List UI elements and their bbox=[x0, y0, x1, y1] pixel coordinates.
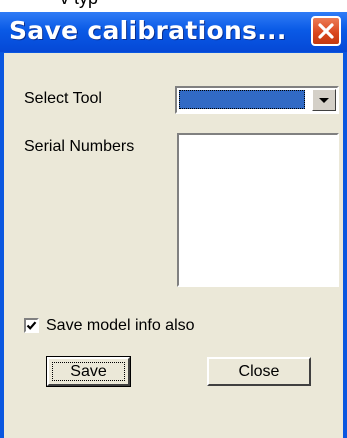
background-text-fragment: v typ bbox=[0, 0, 347, 12]
dialog-body: Select Tool Serial Numbers Save model in… bbox=[4, 53, 343, 438]
select-tool-dropdown[interactable] bbox=[175, 86, 339, 114]
background-text: v typ bbox=[60, 0, 98, 9]
save-model-info-checkbox[interactable] bbox=[24, 318, 39, 333]
close-window-button[interactable] bbox=[311, 16, 341, 46]
save-calibrations-dialog: Save calibrations... Select Tool Serial … bbox=[0, 12, 347, 438]
dialog-title: Save calibrations... bbox=[9, 16, 287, 45]
title-bar[interactable]: Save calibrations... bbox=[0, 12, 347, 52]
chevron-down-icon[interactable] bbox=[312, 89, 336, 111]
serial-numbers-listbox[interactable] bbox=[177, 133, 339, 287]
checkmark-icon bbox=[26, 321, 37, 330]
focus-rect bbox=[52, 362, 125, 381]
save-model-info-label[interactable]: Save model info also bbox=[46, 317, 195, 335]
close-x-icon bbox=[318, 23, 334, 39]
save-button[interactable]: Save bbox=[46, 356, 131, 387]
select-tool-value bbox=[179, 90, 305, 109]
close-button[interactable]: Close bbox=[207, 357, 311, 386]
select-tool-label: Select Tool bbox=[24, 90, 102, 107]
serial-numbers-label: Serial Numbers bbox=[24, 138, 135, 155]
close-button-label: Close bbox=[238, 363, 280, 380]
